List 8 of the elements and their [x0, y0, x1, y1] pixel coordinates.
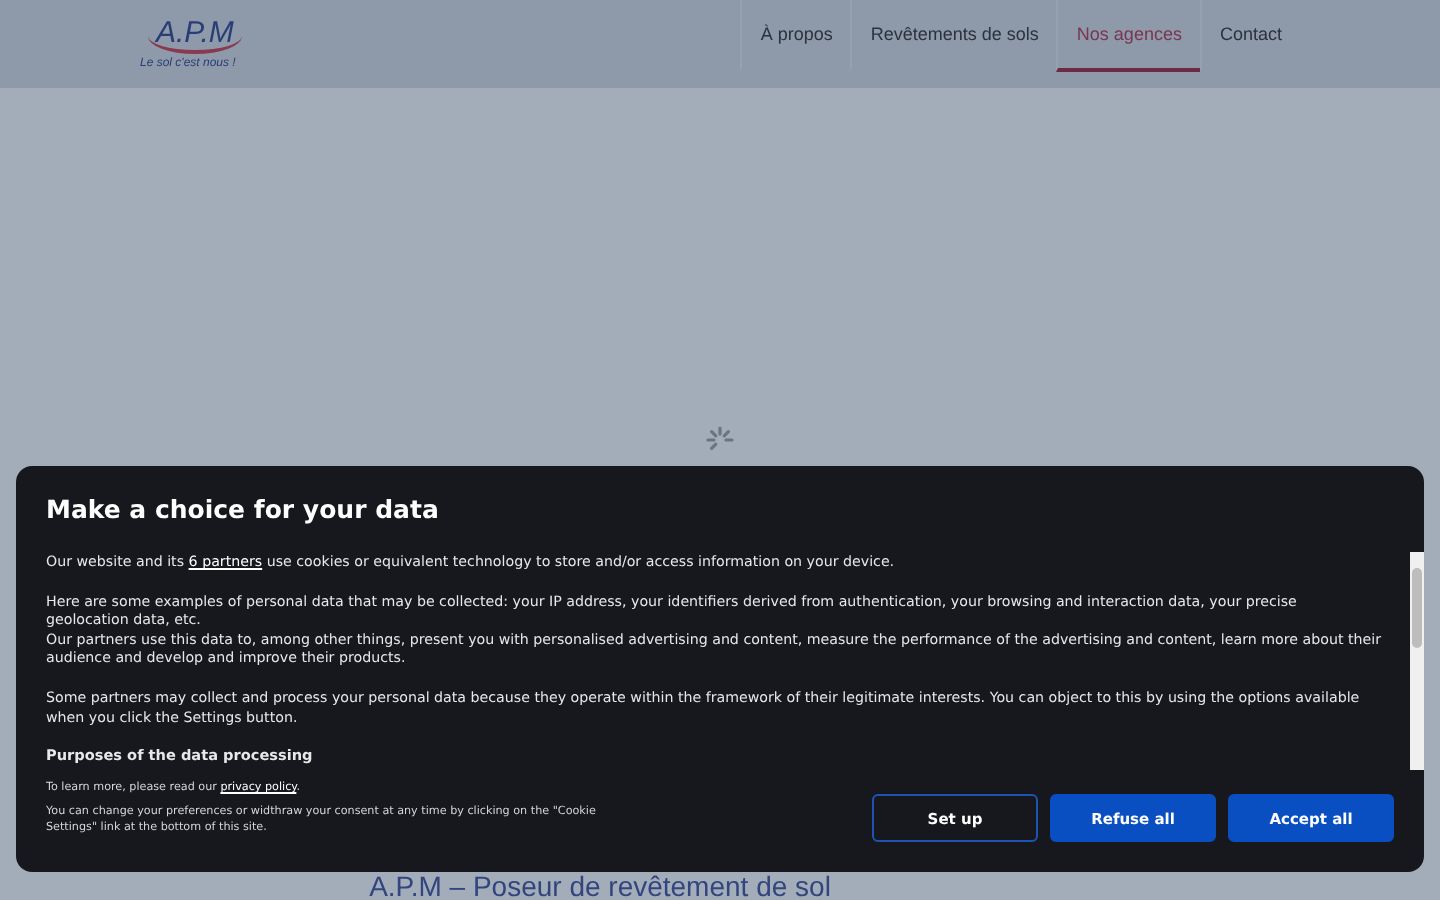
nav-link[interactable]: Revêtements de sols [850, 0, 1057, 72]
nav-link[interactable]: À propos [740, 0, 851, 72]
dialog-title: Make a choice for your data [46, 494, 441, 524]
nav-link[interactable]: Contact [1199, 0, 1300, 72]
loading-spinner-icon [706, 426, 734, 454]
scrollbar[interactable] [1410, 552, 1424, 770]
logo[interactable]: A.P.M [148, 18, 242, 54]
page-heading: A.P.M – Poseur de revêtement de sol [369, 874, 831, 900]
